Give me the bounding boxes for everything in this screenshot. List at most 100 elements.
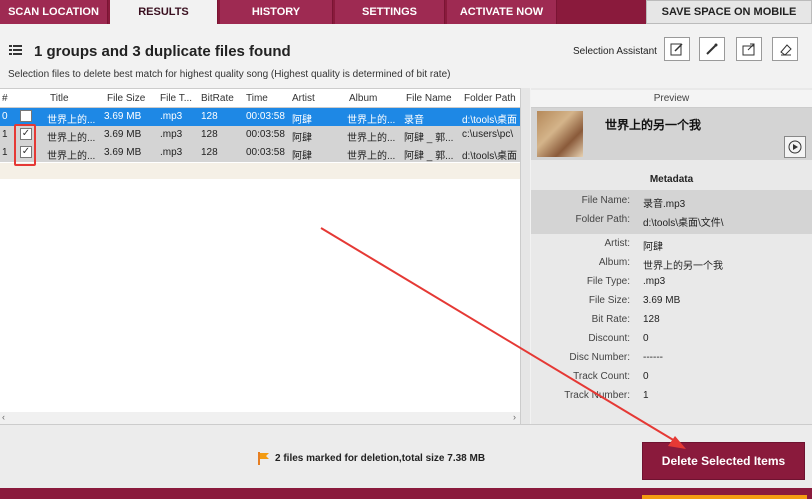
metadata-row: Folder Path: d:\tools\桌面\文件\ [531,211,812,230]
metadata-row: File Name: 录音.mp3 [531,192,812,211]
preview-media: 世界上的另一个我 [531,108,812,160]
cell-album: 世界上的... [347,151,396,162]
metadata-label: File Type: [586,276,630,287]
column-header[interactable]: Artist [292,93,315,104]
horizontal-scrollbar[interactable]: ‹ › [0,412,520,424]
edit-selection-button[interactable] [664,37,690,61]
table-row[interactable]: 1 ✓ 世界上的... 3.69 MB .mp3 128 00:03:58 阿肆… [0,126,520,144]
cell-type: .mp3 [160,111,183,122]
flag-icon [258,452,269,465]
column-header[interactable]: File T... [160,93,192,104]
metadata-row: Album: 世界上的另一个我 [531,254,812,273]
metadata-value: 128 [643,314,660,325]
tab-history[interactable]: HISTORY [220,0,333,24]
checkbox-highlight-annotation [14,124,36,166]
selection-assistant-label: Selection Assistant [573,46,657,57]
export-icon [742,43,755,56]
metadata-value: 0 [643,333,649,344]
metadata-row: Track Number: 1 [531,387,812,406]
tab-bar: SCAN LOCATION RESULTS HISTORY SETTINGS A… [0,0,812,24]
cell-time: 00:03:58 [246,147,285,158]
preview-header: Preview [531,90,812,108]
metadata-value: 世界上的另一个我 [643,261,723,272]
cell-folder: d:\tools\桌面 [462,115,518,126]
cell-title: 世界上的... [47,151,96,162]
table-row[interactable]: 1 ✓ 世界上的... 3.69 MB .mp3 128 00:03:58 阿肆… [0,144,520,162]
column-header[interactable]: Album [349,93,377,104]
cell-size: 3.69 MB [104,111,142,122]
cell-filename: 阿肆 _ 郭... [404,151,454,162]
play-icon [788,140,802,154]
column-header[interactable]: # [2,93,8,104]
column-header[interactable]: File Name [406,93,452,104]
cell-time: 00:03:58 [246,129,285,140]
tab-scan-location[interactable]: SCAN LOCATION [0,0,108,24]
metadata-value: .mp3 [643,276,666,287]
metadata-row: File Size: 3.69 MB [531,292,812,311]
panel-divider[interactable] [520,88,530,424]
tab-results[interactable]: RESULTS [110,0,218,24]
tab-activate-now[interactable]: ACTIVATE NOW [447,0,557,24]
scroll-left-icon[interactable]: ‹ [2,412,5,422]
cell-bitrate: 128 [201,129,218,140]
scroll-right-icon[interactable]: › [513,412,516,422]
preview-panel: Preview 世界上的另一个我 Metadata File Name: 录音.… [531,88,812,424]
cell-size: 3.69 MB [104,147,142,158]
column-header[interactable]: Folder Path [464,93,516,104]
cell-folder: d:\tools\桌面 [462,151,518,162]
metadata-label: File Name: [581,195,630,206]
cell-folder: c:\users\pc\ [462,129,514,140]
column-header[interactable]: BitRate [201,93,234,104]
metadata-label: Disc Number: [569,352,630,363]
metadata-value: ------ [643,352,663,363]
page-subtitle: Selection files to delete best match for… [8,69,451,80]
metadata-row: Track Count: 0 [531,368,812,387]
metadata-value: 3.69 MB [643,295,681,306]
auto-select-button[interactable] [699,37,725,61]
cell-title: 世界上的... [47,115,96,126]
play-button[interactable] [784,136,806,158]
metadata-value: 1 [643,390,649,401]
column-header[interactable]: Time [246,93,268,104]
metadata-header: Metadata [649,174,694,185]
table-row[interactable]: 0 世界上的... 3.69 MB .mp3 128 00:03:58 阿肆 世… [0,108,520,126]
metadata-value: d:\tools\桌面\文件\ [643,218,724,229]
cell-artist: 阿肆 [292,115,312,126]
metadata-row: Bit Rate: 128 [531,311,812,330]
metadata-value: 录音.mp3 [643,199,686,210]
cell-filename: 录音 [404,115,424,126]
metadata-label: Track Number: [564,390,630,401]
cell-bitrate: 128 [201,111,218,122]
metadata-label: Bit Rate: [591,314,630,325]
eraser-icon [780,44,792,56]
preview-song-title: 世界上的另一个我 [605,118,702,132]
cell-filename: 阿肆 _ 郭... [404,133,454,144]
cell-bitrate: 128 [201,147,218,158]
export-button[interactable] [736,37,762,61]
cell-artist: 阿肆 [292,133,312,144]
metadata-row: File Type: .mp3 [531,273,812,292]
cell-artist: 阿肆 [292,151,312,162]
deletion-status-text: 2 files marked for deletion,total size 7… [275,453,486,464]
tab-settings[interactable]: SETTINGS [335,0,445,24]
magic-wand-icon [706,43,718,55]
delete-selected-items-button[interactable]: Delete Selected Items [642,442,805,480]
cell-type: .mp3 [160,129,183,140]
metadata-label: Track Count: [573,371,630,382]
cell-type: .mp3 [160,147,183,158]
group-separator-row [0,163,520,179]
clear-selection-button[interactable] [772,37,798,61]
row-number: 0 [2,111,8,122]
metadata-label: File Size: [588,295,630,306]
table-header: # Title File Size File T... BitRate Time… [0,89,526,108]
metadata-label: Artist: [604,238,630,249]
page-title: 1 groups and 3 duplicate files found [34,43,291,60]
metadata-label: Discount: [588,333,630,344]
cell-time: 00:03:58 [246,111,285,122]
column-header[interactable]: Title [50,93,69,104]
row-checkbox[interactable] [20,110,32,122]
column-header[interactable]: File Size [107,93,145,104]
metadata-row: Artist: 阿肆 [531,235,812,254]
duplicates-table: # Title File Size File T... BitRate Time… [0,88,526,424]
tab-save-space-on-mobile[interactable]: SAVE SPACE ON MOBILE [646,0,812,24]
